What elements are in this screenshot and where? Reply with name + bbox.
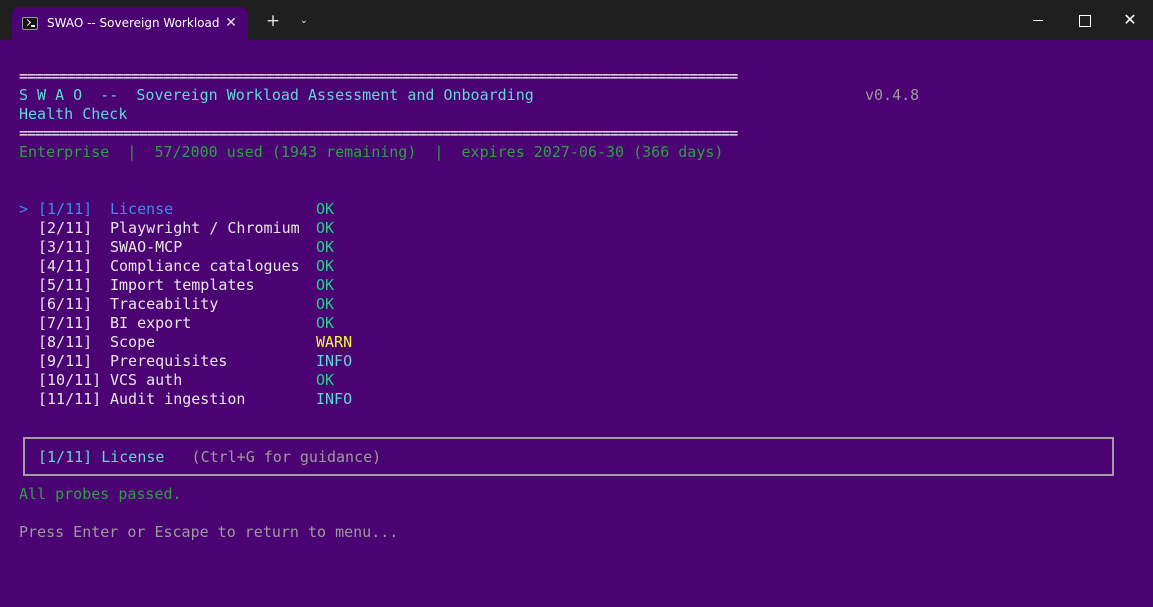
summary-message: All probes passed.: [19, 485, 182, 503]
terminal-tab[interactable]: SWAO -- Sovereign Workload ✕: [12, 7, 248, 40]
check-row-label: [5/11] Import templates: [19, 276, 255, 295]
return-prompt: Press Enter or Escape to return to menu.…: [19, 523, 399, 541]
check-index: [8/11]: [38, 333, 93, 351]
hint-text: for guidance): [254, 448, 382, 466]
check-name: Audit ingestion: [110, 390, 246, 408]
row-cursor: >: [19, 200, 29, 218]
version-label: v0.4.8: [865, 86, 920, 104]
check-status: OK: [316, 295, 335, 313]
status-index: [1/11]: [38, 448, 93, 466]
check-row-label: [6/11] Traceability: [19, 295, 218, 314]
header-rule-bottom: ========================================…: [19, 124, 738, 142]
hint-open: (: [191, 448, 201, 466]
check-index: [3/11]: [38, 238, 93, 256]
check-index: [1/11]: [38, 200, 93, 218]
check-index: [5/11]: [38, 276, 93, 294]
check-row-label: [2/11] Playwright / Chromium: [19, 219, 300, 238]
check-row-label: [10/11] VCS auth: [19, 371, 182, 390]
separator: |: [109, 143, 155, 161]
check-index: [11/11]: [38, 390, 102, 408]
check-row-label: > [1/11] License: [19, 200, 173, 219]
tab-title: SWAO -- Sovereign Workload: [47, 16, 220, 30]
check-name: Traceability: [110, 295, 219, 313]
new-tab-button[interactable]: +: [262, 10, 284, 32]
status-box-text: [1/11] License (Ctrl+G for guidance): [38, 448, 381, 467]
check-name: Compliance catalogues: [110, 257, 300, 275]
check-status: WARN: [316, 333, 353, 351]
page-title: Health Check: [19, 105, 128, 123]
close-window-button[interactable]: ✕: [1107, 0, 1153, 40]
terminal-content[interactable]: ========================================…: [0, 40, 1153, 607]
check-status: OK: [316, 238, 335, 256]
check-name: BI export: [110, 314, 192, 332]
check-name: SWAO-MCP: [110, 238, 183, 256]
check-name: Scope: [110, 333, 156, 351]
check-name: Playwright / Chromium: [110, 219, 300, 237]
check-name: VCS auth: [110, 371, 183, 389]
hint-key: Ctrl+G: [200, 448, 255, 466]
check-index: [4/11]: [38, 257, 93, 275]
check-index: [7/11]: [38, 314, 93, 332]
terminal-icon: [22, 17, 38, 30]
license-summary: Enterprise | 57/2000 used (1943 remainin…: [19, 143, 723, 162]
check-row-label: [9/11] Prerequisites: [19, 352, 227, 371]
check-row-label: [4/11] Compliance catalogues: [19, 257, 300, 276]
check-row-label: [7/11] BI export: [19, 314, 191, 333]
license-usage: 57/2000 used (1943 remaining): [154, 143, 417, 161]
title-bar: SWAO -- Sovereign Workload ✕ + ⌄ ✕: [0, 0, 1153, 40]
check-row-label: [3/11] SWAO-MCP: [19, 238, 182, 257]
check-status: OK: [316, 371, 335, 389]
chevron-down-icon[interactable]: ⌄: [293, 10, 315, 32]
license-tier: Enterprise: [19, 143, 110, 161]
check-status: INFO: [316, 390, 353, 408]
check-status: OK: [316, 200, 335, 218]
check-status: INFO: [316, 352, 353, 370]
check-index: [2/11]: [38, 219, 93, 237]
status-name: License: [101, 448, 165, 466]
check-status: OK: [316, 219, 335, 237]
header-rule-top: ========================================…: [19, 67, 738, 85]
check-status: OK: [316, 276, 335, 294]
check-status: OK: [316, 257, 335, 275]
status-box: [1/11] License (Ctrl+G for guidance): [23, 437, 1114, 476]
check-row-label: [11/11] Audit ingestion: [19, 390, 245, 409]
check-name: Import templates: [110, 276, 255, 294]
check-row-label: [8/11] Scope: [19, 333, 155, 352]
separator: |: [416, 143, 462, 161]
app-title: S W A O -- Sovereign Workload Assessment…: [19, 86, 534, 104]
check-index: [10/11]: [38, 371, 102, 389]
close-tab-icon[interactable]: ✕: [220, 12, 242, 34]
check-name: License: [110, 200, 174, 218]
license-expiry: expires 2027-06-30 (366 days): [461, 143, 724, 161]
check-status: OK: [316, 314, 335, 332]
minimize-button[interactable]: [1015, 0, 1061, 40]
maximize-button[interactable]: [1061, 0, 1107, 40]
check-index: [9/11]: [38, 352, 93, 370]
check-index: [6/11]: [38, 295, 93, 313]
check-name: Prerequisites: [110, 352, 228, 370]
